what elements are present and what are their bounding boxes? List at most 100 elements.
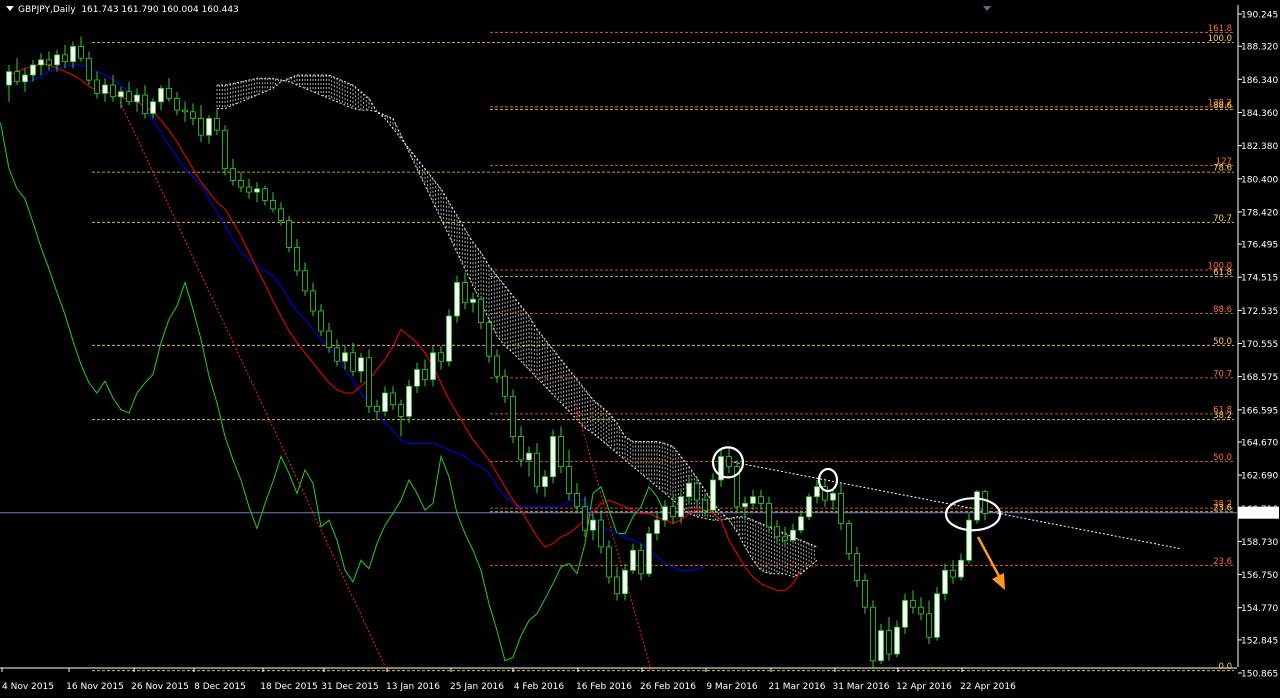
price-tick-label: 156.750 (1241, 571, 1278, 581)
candle-body (182, 109, 188, 113)
candle-body (390, 392, 396, 406)
fib-level-label: 23.6 (1213, 503, 1232, 513)
candle-body (510, 395, 516, 437)
price-tick-label: 180.400 (1241, 175, 1278, 185)
candle-body (766, 502, 772, 528)
candle-body (342, 352, 348, 362)
fib-level-label: 23.6 (1213, 557, 1232, 567)
candle-body (750, 496, 756, 504)
candle-body (150, 101, 156, 114)
candle-body (406, 385, 412, 417)
price-tick-label: 164.670 (1241, 439, 1278, 449)
candle-body (886, 630, 892, 655)
time-axis-border (0, 667, 1237, 669)
candle-body (798, 516, 804, 531)
candle-body (774, 526, 780, 538)
price-tick-label: 158.730 (1241, 538, 1278, 548)
candle-body (806, 496, 812, 518)
candle-body (926, 613, 932, 638)
candle-body (614, 576, 620, 595)
time-tick-label: 22 Apr 2016 (960, 682, 1016, 692)
price-tick-label: 178.420 (1241, 208, 1278, 218)
time-tick-label: 21 Mar 2016 (768, 682, 825, 692)
candle-body (638, 549, 644, 575)
candle-body (526, 452, 532, 461)
time-tick-label: 31 Dec 2015 (321, 682, 379, 692)
candle-body (102, 84, 108, 94)
time-tick-label: 12 Apr 2016 (896, 682, 952, 692)
candle-body (830, 492, 836, 501)
candle-body (870, 606, 876, 662)
candle-body (222, 129, 228, 170)
candle-body (14, 71, 20, 82)
fib-level-label: 61.8 (1213, 268, 1232, 278)
candle-body (438, 352, 444, 362)
fib-level-label: 70.7 (1213, 369, 1232, 379)
trend-line-red (574, 402, 653, 673)
candle-body (446, 315, 452, 362)
candle-body (878, 630, 884, 662)
candle-body (558, 436, 564, 468)
candle-body (942, 569, 948, 595)
candle-body (582, 506, 588, 531)
candle-body (790, 529, 796, 541)
candle-body (430, 352, 436, 380)
time-tick-label: 4 Feb 2016 (514, 682, 565, 692)
price-tick-label: 184.360 (1241, 109, 1278, 119)
candle-body (30, 64, 36, 76)
candle-body (686, 482, 692, 498)
candle-body (422, 369, 428, 380)
candle-body (758, 496, 764, 504)
time-tick-label: 16 Nov 2015 (66, 682, 124, 692)
candle-body (910, 600, 916, 608)
price-axis-border (1237, 5, 1239, 667)
time-tick-label: 26 Feb 2016 (640, 682, 696, 692)
candle-body (350, 352, 356, 372)
fib-level-label: 70.7 (1213, 214, 1232, 224)
fib-level-label: 50.0 (1213, 453, 1232, 463)
candle-body (326, 330, 332, 349)
candle-body (550, 436, 556, 478)
candle-body (574, 492, 580, 508)
chart-area[interactable]: GBPJPY,Daily 161.743 161.790 160.004 160… (0, 0, 1280, 698)
fib-level-label: 78.6 (1213, 164, 1232, 174)
price-tick-label: 168.575 (1241, 373, 1278, 383)
candle-body (854, 553, 860, 581)
candle-body (86, 57, 92, 81)
ichimoku-cloud (216, 74, 818, 578)
candle-body (470, 298, 476, 303)
candle-body (78, 46, 84, 59)
candle-body (174, 98, 180, 111)
candle-body (694, 482, 700, 501)
candle-body (246, 186, 252, 193)
time-tick-label: 9 Mar 2016 (706, 682, 758, 692)
candle-body (478, 298, 484, 324)
fib-level-label: 88.6 (1213, 101, 1232, 111)
price-tick-label: 154.770 (1241, 604, 1278, 614)
candle-body (974, 491, 980, 521)
candle-body (502, 375, 508, 397)
candle-body (318, 310, 324, 332)
candle-body (534, 452, 540, 488)
candle-body (134, 94, 140, 103)
candle-body (262, 188, 268, 201)
candle-body (278, 208, 284, 221)
price-tick-label: 162.690 (1241, 472, 1278, 482)
candle-body (358, 357, 364, 372)
current-price-label: 160.443 (1240, 509, 1277, 519)
candle-body (206, 118, 212, 136)
candle-body (814, 486, 820, 498)
price-chart[interactable]: 161.8100.0138.288.612778.670.7100.061.88… (0, 0, 1280, 698)
candle-body (62, 54, 68, 63)
fib-level-label: 161.8 (1208, 24, 1232, 34)
candle-body (286, 220, 292, 248)
candle-body (982, 491, 988, 514)
price-tick-label: 150.865 (1241, 670, 1278, 680)
candle-body (22, 74, 28, 83)
candle-body (494, 355, 500, 377)
candle-body (6, 71, 12, 86)
candle-body (838, 492, 844, 524)
candle-body (590, 519, 596, 531)
candle-body (662, 506, 668, 521)
price-tick-label: 174.515 (1241, 274, 1278, 284)
